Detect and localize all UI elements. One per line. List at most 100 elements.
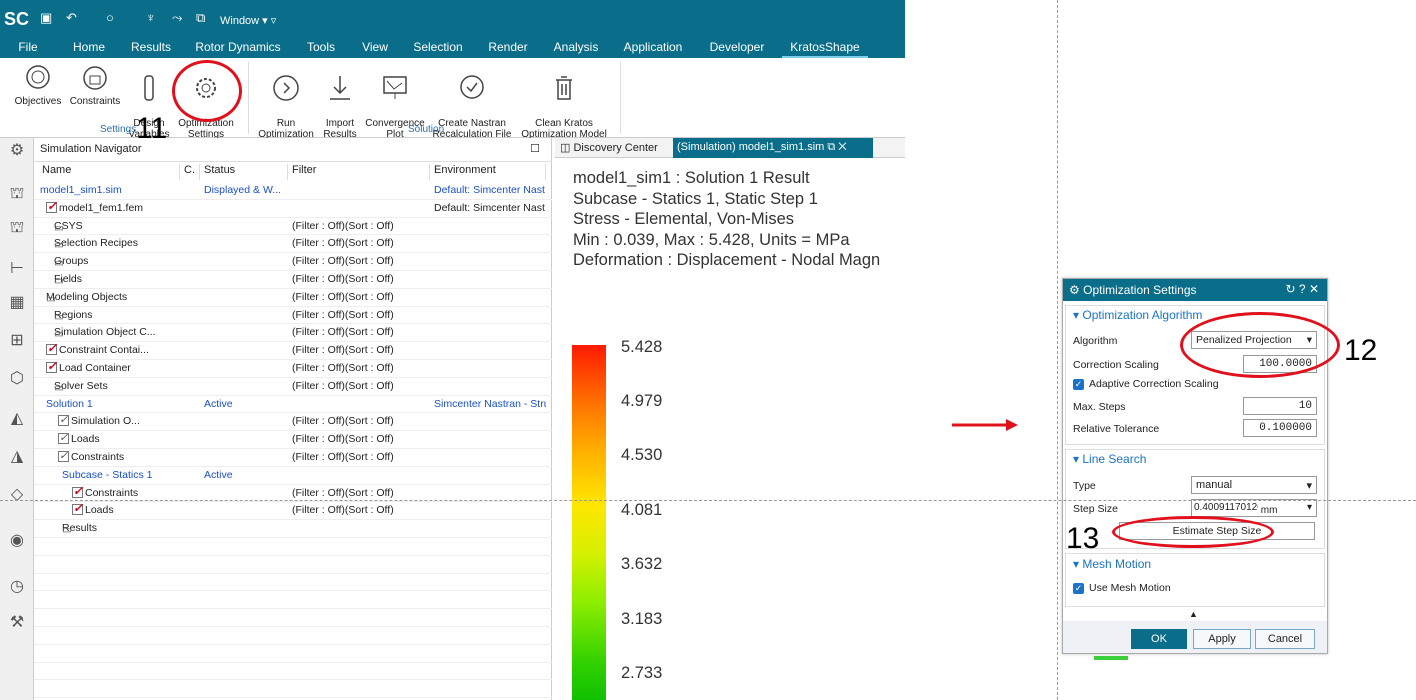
menu-home[interactable]: Home xyxy=(68,40,110,58)
menu-selection[interactable]: Selection xyxy=(408,40,468,58)
col-c[interactable]: C. xyxy=(180,164,200,180)
stepsize-input[interactable]: 0.400911701201 mm▾ xyxy=(1191,499,1317,517)
maxsteps-input[interactable]: 10 xyxy=(1243,397,1317,415)
table-row[interactable]: ▭ Simulation Object C... (Filter : Off)(S… xyxy=(34,324,552,343)
col-filter[interactable]: Filter xyxy=(288,164,430,180)
adaptive-checkbox[interactable]: ✓ xyxy=(1073,379,1084,390)
tab-simulation[interactable]: (Simulation) model1_sim1.sim ⧉ ✕ xyxy=(673,138,873,158)
table-row[interactable]: model1_fem1.fem Default: Simcenter Nast xyxy=(34,200,552,218)
checkbox-icon[interactable] xyxy=(58,415,69,427)
objectives-button[interactable]: Objectives xyxy=(12,62,64,107)
checkbox-icon[interactable] xyxy=(72,504,83,516)
collapse-up-icon[interactable]: ▲ xyxy=(1189,609,1198,619)
checkbox-icon[interactable] xyxy=(46,201,57,213)
table-row[interactable]: ▭ Solver Sets (Filter : Off)(Sort : Off) xyxy=(34,378,552,396)
clock-icon[interactable]: ◷ xyxy=(7,576,27,596)
constraints-button[interactable]: Constraints xyxy=(66,62,124,107)
run-optimization-button[interactable]: Run Optimization xyxy=(254,62,318,140)
table-row[interactable]: Loads (Filter : Off)(Sort : Off) xyxy=(34,502,552,521)
shape3-icon[interactable]: ◇ xyxy=(7,484,27,504)
menu-rotor-dynamics[interactable]: Rotor Dynamics xyxy=(192,40,284,58)
menu-view[interactable]: View xyxy=(356,40,394,58)
menu-developer[interactable]: Developer xyxy=(704,40,770,58)
table-row[interactable]: Constraint Contai... (Filter : Off)(Sort … xyxy=(34,342,552,360)
tree-node[interactable]: ▭ Results xyxy=(62,522,97,534)
tree-node[interactable]: ▭ Fields xyxy=(54,273,82,285)
tree-node[interactable]: Load Container xyxy=(46,362,131,374)
table-row[interactable]: Subcase - Statics 1 Active xyxy=(34,467,552,485)
tree-node[interactable]: ▭ Modeling Objects xyxy=(46,291,127,303)
menu-render[interactable]: Render xyxy=(484,40,532,58)
sim-file-view-icon[interactable]: ⛫ xyxy=(7,218,27,238)
touch-mode-icon[interactable]: ⤳ xyxy=(172,10,182,26)
maximize-icon[interactable]: ☐ xyxy=(530,142,540,155)
tools-icon[interactable]: ⚒ xyxy=(7,612,27,632)
menu-application[interactable]: Application xyxy=(618,40,688,58)
tree-node[interactable]: Constraints xyxy=(58,451,124,463)
col-name[interactable]: Name xyxy=(38,164,180,180)
menu-results[interactable]: Results xyxy=(126,40,176,58)
tree-node[interactable]: Loads xyxy=(58,433,100,445)
tree-node[interactable]: ▭ Groups xyxy=(54,255,88,267)
tree-node[interactable]: Loads xyxy=(72,504,114,516)
globe-icon[interactable]: ◉ xyxy=(7,530,27,550)
tree-node[interactable]: ▭ Regions xyxy=(54,309,93,321)
settings-icon[interactable]: ⚙ xyxy=(7,140,27,160)
table-row[interactable]: ▭ CSYS (Filter : Off)(Sort : Off) xyxy=(34,218,552,236)
shape-icon[interactable]: ◭ xyxy=(7,408,27,428)
grid-icon[interactable]: ⊞ xyxy=(7,330,27,350)
section-mesh-motion-header[interactable]: ▾ Mesh Motion xyxy=(1073,557,1151,571)
redo-icon[interactable]: ○ xyxy=(106,10,114,25)
microphone-icon[interactable]: ♆ xyxy=(146,10,156,25)
tree-node[interactable]: model1_sim1.sim xyxy=(40,184,122,196)
palette-icon[interactable]: ▦ xyxy=(7,292,27,312)
checkbox-icon[interactable] xyxy=(58,451,69,462)
dialog-controls[interactable]: ↻ ? ✕ xyxy=(1286,282,1319,296)
table-row[interactable]: Constraints (Filter : Off)(Sort : Off) xyxy=(34,449,552,467)
menu-tools[interactable]: Tools xyxy=(300,40,342,58)
table-row[interactable]: Solution 1 Active Simcenter Nastran - Stru xyxy=(34,396,552,414)
clean-kratos-button[interactable]: Clean Kratos Optimization Model xyxy=(516,62,612,140)
sim-navigator-icon[interactable]: ⛫ xyxy=(7,184,27,204)
section-line-search-header[interactable]: ▾ Line Search xyxy=(1073,452,1146,466)
tree-node[interactable]: Constraints xyxy=(72,486,138,499)
undo-icon[interactable]: ↶ xyxy=(66,10,77,26)
tree-node[interactable]: ▭ Selection Recipes xyxy=(54,237,138,249)
col-environment[interactable]: Environment xyxy=(430,164,546,180)
window-menu[interactable]: Window ▾ ▿ xyxy=(220,14,276,27)
table-row[interactable]: Simulation O... (Filter : Off)(Sort : Off… xyxy=(34,413,552,432)
save-icon[interactable]: ▣ xyxy=(40,10,52,26)
ok-button[interactable]: OK xyxy=(1131,629,1187,649)
apply-button[interactable]: Apply xyxy=(1193,629,1251,649)
menu-file[interactable]: File xyxy=(10,40,46,58)
tree-icon[interactable]: ⊢ xyxy=(7,258,27,278)
checkbox-icon[interactable] xyxy=(72,486,83,498)
table-row[interactable]: ▭ Results xyxy=(34,520,552,538)
windows-icon[interactable]: ⧉ xyxy=(196,10,205,26)
table-row[interactable]: ▭ Fields (Filter : Off)(Sort : Off) xyxy=(34,271,552,289)
col-status[interactable]: Status xyxy=(200,164,288,180)
menu-analysis[interactable]: Analysis xyxy=(548,40,604,58)
tree-node[interactable]: Simulation O... xyxy=(58,415,140,427)
tree-node[interactable]: model1_fem1.fem xyxy=(46,201,143,214)
checkbox-icon[interactable] xyxy=(46,362,57,373)
tree-node[interactable]: ▭ Simulation Object C... xyxy=(54,326,156,338)
table-row[interactable]: ▭ Groups (Filter : Off)(Sort : Off) xyxy=(34,253,552,271)
tab-discovery-center[interactable]: ◫ Discovery Center xyxy=(560,141,658,154)
table-row[interactable]: ▭ Selection Recipes (Filter : Off)(Sort :… xyxy=(34,235,552,254)
menu-kratosshape[interactable]: KratosShape xyxy=(782,40,868,58)
table-row[interactable]: ▭ Regions (Filter : Off)(Sort : Off) xyxy=(34,307,552,325)
use-mesh-checkbox[interactable]: ✓ xyxy=(1073,583,1084,594)
tree-node[interactable]: ▭ CSYS xyxy=(54,220,83,232)
checkbox-icon[interactable] xyxy=(46,344,57,356)
part-icon[interactable]: ⬡ xyxy=(7,368,27,388)
table-row[interactable]: Loads (Filter : Off)(Sort : Off) xyxy=(34,431,552,449)
table-row[interactable]: Load Container (Filter : Off)(Sort : Off) xyxy=(34,360,552,378)
cancel-button[interactable]: Cancel xyxy=(1255,629,1315,649)
tree-node[interactable]: Solution 1 xyxy=(46,398,93,410)
checkbox-icon[interactable] xyxy=(58,433,69,445)
import-results-button[interactable]: Import Results xyxy=(320,62,360,140)
tree-node[interactable]: Constraint Contai... xyxy=(46,344,149,356)
section-algorithm-header[interactable]: ▾ Optimization Algorithm xyxy=(1073,308,1202,322)
shape2-icon[interactable]: ◮ xyxy=(7,446,27,466)
